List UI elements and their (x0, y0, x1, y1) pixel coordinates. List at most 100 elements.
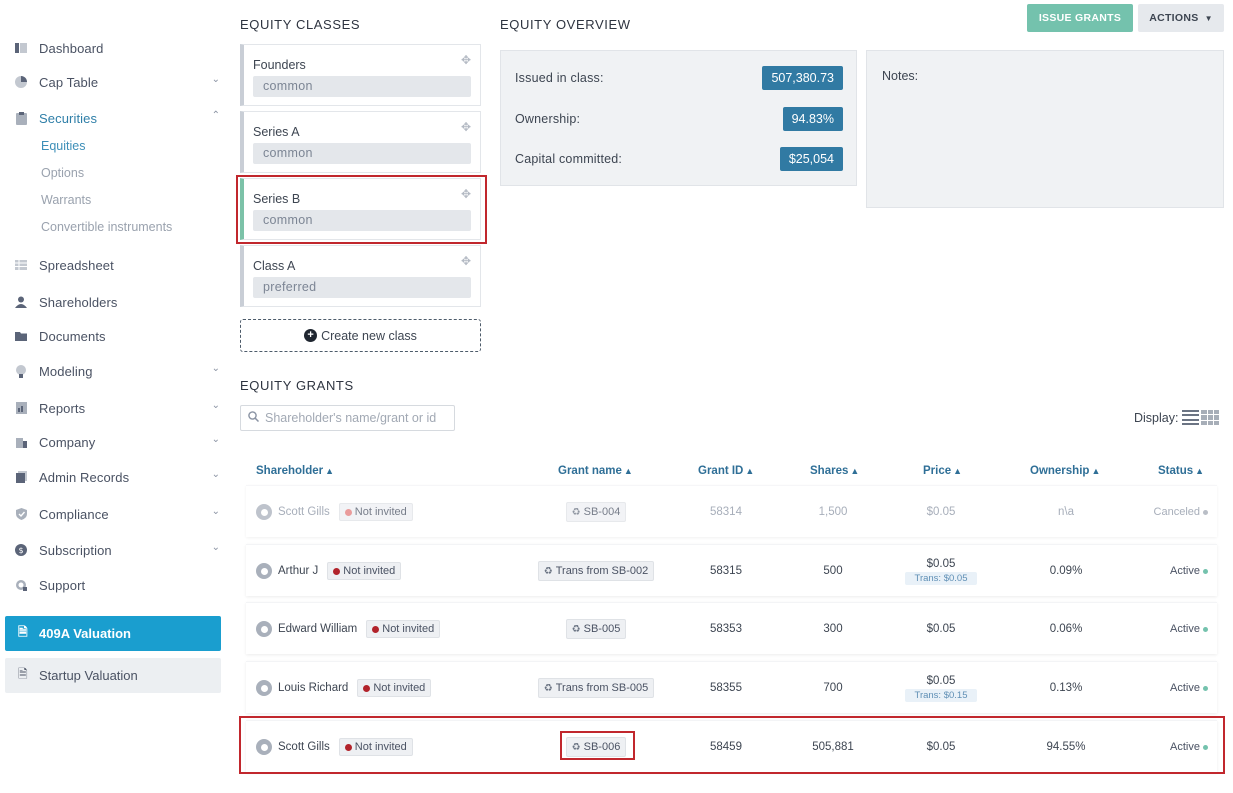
display-toggle: Display: (1134, 410, 1220, 425)
grant-name-tag[interactable]: ♻ SB-006 (565, 737, 627, 757)
table-row[interactable]: Scott Gills Not invited ♻ SB-004 58314 1,… (246, 485, 1217, 537)
invite-status-badge: Not invited (327, 562, 402, 580)
grant-name-tag[interactable]: ♻ SB-004 (565, 502, 627, 522)
certificate-icon: ♻ (571, 741, 581, 753)
column-header-shares[interactable]: Shares ▲︎ (810, 465, 859, 477)
caret-down-icon: ▼ (1204, 13, 1213, 23)
class-card-founders[interactable]: Founders ✥ common (240, 44, 481, 106)
status-badge: Active (1126, 721, 1208, 773)
class-card-class-a[interactable]: Class A ✥ preferred (240, 245, 481, 307)
ownership: 0.06% (1049, 623, 1083, 635)
price: $0.05 (926, 741, 956, 753)
sidebar-item-compliance[interactable]: Compliance ⌄ (14, 503, 222, 525)
avatar (256, 504, 272, 520)
column-header-price[interactable]: Price ▲︎ (923, 465, 962, 477)
sidebar-sub-convertible[interactable]: Convertible instruments (41, 220, 172, 234)
invite-status-badge: Not invited (357, 679, 432, 697)
grant-name-tag[interactable]: ♻ Trans from SB-005 (537, 678, 655, 698)
column-header-grant-name[interactable]: Grant name ▲︎ (558, 465, 633, 477)
startup-valuation-button[interactable]: 🗎 Startup Valuation (5, 658, 221, 693)
table-row[interactable]: Louis Richard Not invited ♻ Trans from SB… (246, 661, 1217, 713)
sidebar-item-cap-table[interactable]: Cap Table ⌄ (14, 71, 222, 93)
shareholder-name[interactable]: Arthur J (278, 565, 318, 577)
equity-overview-title: EQUITY OVERVIEW (500, 17, 631, 32)
actions-button[interactable]: ACTIONS ▼ (1138, 4, 1224, 32)
grant-name-tag[interactable]: ♻ Trans from SB-002 (537, 561, 655, 581)
list-view-icon[interactable] (1182, 410, 1200, 425)
shares: 700 (823, 682, 843, 694)
table-row[interactable]: Scott Gills Not invited ♻ SB-006 58459 50… (246, 720, 1217, 772)
sort-icon: ▲︎ (1195, 466, 1205, 476)
chevron-down-icon: ⌄ (211, 363, 220, 374)
price: $0.05 (926, 674, 956, 687)
sidebar-item-documents[interactable]: Documents (14, 325, 222, 347)
shares: 500 (823, 565, 843, 577)
ownership: n\a (1058, 506, 1074, 518)
sidebar-item-reports[interactable]: Reports ⌄ (14, 397, 222, 419)
sidebar-item-shareholders[interactable]: Shareholders (14, 291, 222, 313)
shares: 505,881 (812, 741, 854, 753)
ownership: 0.09% (1049, 565, 1083, 577)
spreadsheet-icon (14, 258, 28, 272)
grant-name-tag[interactable]: ♻ SB-005 (565, 619, 627, 639)
class-card-series-a[interactable]: Series A ✥ common (240, 111, 481, 173)
issue-grants-button[interactable]: ISSUE GRANTS (1027, 4, 1133, 32)
status-badge: Active (1126, 662, 1208, 714)
avatar (256, 739, 272, 755)
shareholder-name[interactable]: Edward William (278, 623, 357, 635)
sidebar-item-dashboard[interactable]: Dashboard (14, 37, 222, 59)
shareholder-name[interactable]: Scott Gills (278, 506, 330, 518)
create-class-button[interactable]: + Create new class (240, 319, 481, 352)
ownership-value: 94.83% (782, 107, 843, 131)
notes-panel[interactable]: Notes: (866, 50, 1224, 208)
shareholder-name[interactable]: Scott Gills (278, 741, 330, 753)
folder-icon (14, 329, 28, 343)
document-icon: 🗎 (18, 625, 28, 639)
chevron-down-icon: ⌄ (211, 469, 220, 480)
grant-id: 58353 (710, 623, 742, 635)
column-header-ownership[interactable]: Ownership ▲︎ (1030, 465, 1100, 477)
sidebar-sub-options[interactable]: Options (41, 166, 84, 180)
ownership: 94.55% (1046, 741, 1086, 753)
sidebar-item-company[interactable]: Company ⌄ (14, 431, 222, 453)
equity-overview-panel: Issued in class: 507,380.73 Ownership: 9… (500, 50, 857, 186)
drag-handle-icon[interactable]: ✥ (461, 120, 471, 134)
sidebar-item-modeling[interactable]: Modeling ⌄ (14, 360, 222, 382)
status-badge: Canceled (1126, 486, 1208, 538)
sidebar-item-support[interactable]: Support (14, 574, 222, 596)
grant-id: 58459 (710, 741, 742, 753)
shield-check-icon (14, 507, 28, 521)
chevron-down-icon: ⌄ (211, 400, 220, 411)
grid-view-icon[interactable] (1201, 410, 1220, 425)
sort-icon: ▲︎ (1091, 466, 1101, 476)
column-header-shareholder[interactable]: Shareholder ▲︎ (256, 465, 334, 477)
column-header-grant-id[interactable]: Grant ID ▲︎ (698, 465, 754, 477)
invite-status-badge: Not invited (338, 738, 413, 756)
pie-chart-icon (14, 75, 28, 89)
equity-classes-title: EQUITY CLASSES (240, 17, 361, 32)
class-card-series-b[interactable]: Series B ✥ common (240, 178, 481, 240)
dollar-icon: $ (14, 543, 28, 557)
sidebar-sub-warrants[interactable]: Warrants (41, 193, 91, 207)
user-icon (14, 295, 28, 309)
table-row[interactable]: Edward William Not invited ♻ SB-005 58353… (246, 602, 1217, 654)
sidebar-item-admin-records[interactable]: Admin Records ⌄ (14, 466, 222, 488)
table-row[interactable]: Arthur J Not invited ♻ Trans from SB-002 … (246, 544, 1217, 596)
grants-search-input[interactable] (265, 411, 450, 425)
drag-handle-icon[interactable]: ✥ (461, 53, 471, 67)
shares: 1,500 (818, 506, 848, 518)
records-icon (14, 470, 28, 484)
sort-icon: ▲︎ (953, 466, 963, 476)
409a-valuation-button[interactable]: 🗎 409A Valuation (5, 616, 221, 651)
sidebar-item-securities[interactable]: Securities ⌃ (14, 107, 222, 129)
drag-handle-icon[interactable]: ✥ (461, 254, 471, 268)
column-header-status[interactable]: Status ▲︎ (1158, 465, 1204, 477)
sidebar-item-subscription[interactable]: $ Subscription ⌄ (14, 539, 222, 561)
certificate-icon: ♻ (571, 623, 581, 635)
drag-handle-icon[interactable]: ✥ (461, 187, 471, 201)
shareholder-name[interactable]: Louis Richard (278, 682, 348, 694)
equity-grants-title: EQUITY GRANTS (240, 378, 354, 393)
sidebar-item-spreadsheet[interactable]: Spreadsheet (14, 254, 222, 276)
sidebar-sub-equities[interactable]: Equities (41, 139, 85, 153)
price: $0.05 (926, 557, 956, 570)
